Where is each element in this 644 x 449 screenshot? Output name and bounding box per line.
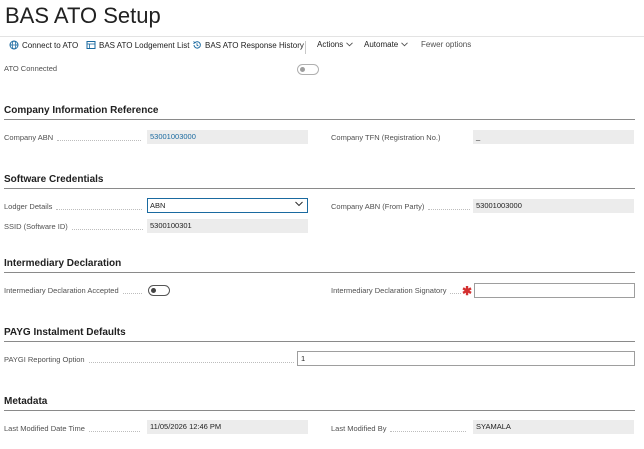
declaration-signatory-text: Intermediary Declaration Signatory xyxy=(331,286,447,295)
list-icon xyxy=(86,41,96,49)
response-history-label: BAS ATO Response History xyxy=(205,40,304,50)
lodgement-list-label: BAS ATO Lodgement List xyxy=(99,40,190,50)
ssid-label: SSID (Software ID) xyxy=(4,222,143,231)
last-modified-by-field: SYAMALA xyxy=(473,420,634,434)
history-icon xyxy=(193,41,201,49)
declaration-accepted-label: Intermediary Declaration Accepted xyxy=(4,286,142,295)
leader-dots xyxy=(71,228,143,230)
company-abn-party-label: Company ABN (From Party) xyxy=(331,202,471,211)
last-modified-by-label: Last Modified By xyxy=(331,424,467,433)
section-payg-defaults[interactable]: PAYG Instalment Defaults xyxy=(4,327,126,338)
last-modified-datetime-field: 11/05/2026 12:46 PM xyxy=(147,420,308,434)
declaration-signatory-input[interactable] xyxy=(474,283,635,298)
paygi-option-text: PAYGI Reporting Option xyxy=(4,355,85,364)
lodger-details-text: Lodger Details xyxy=(4,202,53,211)
chevron-down-icon xyxy=(295,201,303,207)
required-icon: ✱ xyxy=(462,284,473,298)
lodger-details-label: Lodger Details xyxy=(4,202,143,211)
declaration-signatory-label: Intermediary Declaration Signatory xyxy=(331,286,462,295)
section-software-credentials[interactable]: Software Credentials xyxy=(4,174,103,185)
section-divider xyxy=(4,341,635,342)
section-metadata[interactable]: Metadata xyxy=(4,396,47,407)
company-abn-field[interactable]: 53001003000 xyxy=(147,130,308,144)
lodger-details-select[interactable]: ABN xyxy=(147,198,308,213)
section-intermediary-declaration[interactable]: Intermediary Declaration xyxy=(4,258,121,269)
ato-connected-toggle[interactable] xyxy=(297,64,319,75)
page-title: BAS ATO Setup xyxy=(5,3,161,28)
toggle-knob xyxy=(151,288,156,293)
company-abn-label: Company ABN xyxy=(4,133,142,142)
company-tfn-text: Company TFN (Registration No.) xyxy=(331,133,441,142)
leader-dots xyxy=(57,139,142,141)
section-divider xyxy=(4,410,635,411)
fewer-options-label: Fewer options xyxy=(421,40,472,49)
ssid-text: SSID (Software ID) xyxy=(4,222,68,231)
toolbar-divider xyxy=(305,41,306,54)
company-tfn-label: Company TFN (Registration No.) xyxy=(331,133,440,142)
declaration-accepted-text: Intermediary Declaration Accepted xyxy=(4,286,119,295)
chevron-down-icon xyxy=(401,42,409,47)
company-abn-party-field[interactable]: 53001003000 xyxy=(473,199,634,213)
ssid-field[interactable]: 5300100301 xyxy=(147,219,308,233)
connect-to-ato-label: Connect to ATO xyxy=(22,40,79,50)
chevron-down-icon xyxy=(346,42,354,47)
section-divider xyxy=(4,119,635,120)
leader-dots xyxy=(390,430,467,432)
automate-label: Automate xyxy=(364,40,399,49)
globe-icon xyxy=(9,40,19,50)
section-divider xyxy=(4,272,635,273)
actions-menu[interactable]: Actions xyxy=(317,40,356,49)
response-history-button[interactable]: BAS ATO Response History xyxy=(192,40,304,50)
fewer-options-button[interactable]: Fewer options xyxy=(421,40,471,49)
last-modified-datetime-text: Last Modified Date Time xyxy=(4,424,85,433)
declaration-accepted-toggle[interactable] xyxy=(148,285,170,296)
company-tfn-field[interactable]: _ xyxy=(473,130,634,144)
leader-dots xyxy=(428,208,471,210)
actions-label: Actions xyxy=(317,40,344,49)
company-abn-text: Company ABN xyxy=(4,133,54,142)
leader-dots xyxy=(450,292,462,294)
lodgement-list-button[interactable]: BAS ATO Lodgement List xyxy=(86,40,189,50)
leader-dots xyxy=(122,292,142,294)
last-modified-datetime-label: Last Modified Date Time xyxy=(4,424,140,433)
section-divider xyxy=(4,188,635,189)
last-modified-by-text: Last Modified By xyxy=(331,424,387,433)
toggle-knob xyxy=(300,67,305,72)
section-company-info[interactable]: Company Information Reference xyxy=(4,105,158,116)
ato-connected-text: ATO Connected xyxy=(4,64,58,73)
connect-to-ato-button[interactable]: Connect to ATO xyxy=(9,40,78,50)
ato-connected-label: ATO Connected xyxy=(4,64,57,73)
leader-dots xyxy=(88,361,294,363)
paygi-option-input[interactable]: 1 xyxy=(297,351,635,366)
leader-dots xyxy=(88,430,140,432)
paygi-option-label: PAYGI Reporting Option xyxy=(4,355,294,364)
automate-menu[interactable]: Automate xyxy=(364,40,411,49)
company-abn-party-text: Company ABN (From Party) xyxy=(331,202,425,211)
leader-dots xyxy=(56,208,143,210)
lodger-details-value: ABN xyxy=(150,201,166,210)
